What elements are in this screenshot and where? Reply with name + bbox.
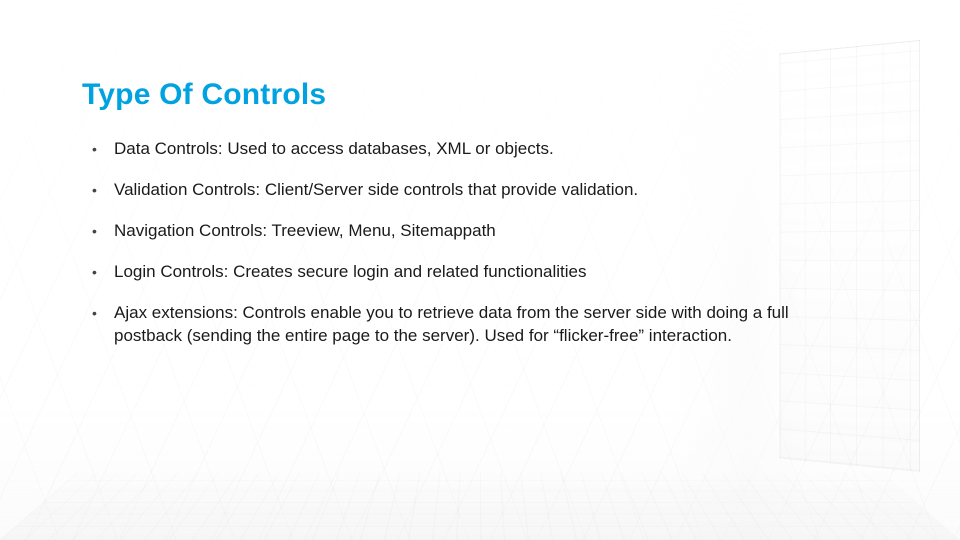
list-item: Ajax extensions: Controls enable you to … (82, 302, 834, 348)
bullet-list: Data Controls: Used to access databases,… (82, 138, 850, 348)
slide-container: Type Of Controls Data Controls: Used to … (0, 0, 960, 540)
slide-title: Type Of Controls (82, 78, 850, 112)
list-item: Navigation Controls: Treeview, Menu, Sit… (82, 220, 834, 243)
list-item: Login Controls: Creates secure login and… (82, 261, 834, 284)
list-item: Validation Controls: Client/Server side … (82, 179, 834, 202)
list-item: Data Controls: Used to access databases,… (82, 138, 834, 161)
